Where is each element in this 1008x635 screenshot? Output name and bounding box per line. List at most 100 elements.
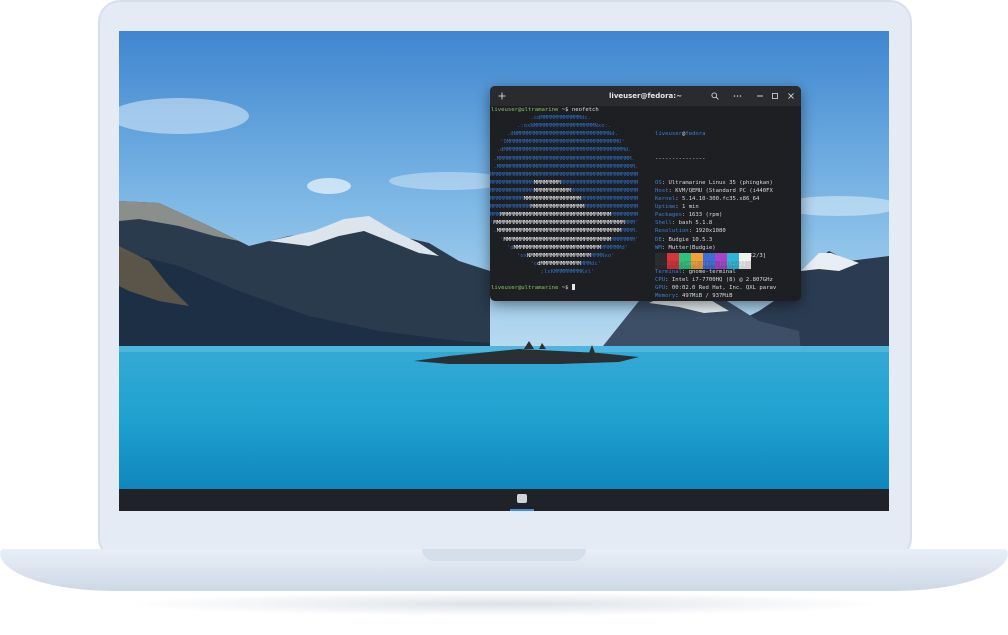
palette-swatch [655,253,667,261]
info-row: OS: Ultramarine Linux 35 (phingkan) [655,179,801,187]
info-key: Resolution [655,228,689,235]
palette-swatch-bright [667,261,679,269]
info-key: CPU [655,276,666,283]
palette-swatch-bright [739,261,751,269]
info-value: : KVM/QEMU (Standard PC (i440FX [668,187,773,194]
taskbar-terminal-item[interactable] [510,489,534,511]
logo-line: 'oxNMMMMMMMMMMMMMMMMMMMMMNxo' [490,252,615,259]
terminal-header[interactable]: liveuser@fedora:~ [490,86,801,106]
info-row: Resolution: 1920x1080 [655,227,801,235]
active-indicator [510,509,534,511]
info-value: : gnome-terminal [681,268,736,275]
logo-line: MMMMMMMMMMMMMMMMMMMMMMMMMMMMMMMMMMMMMMMM… [490,196,639,203]
search-icon[interactable] [708,86,722,106]
command-text: neofetch [571,107,599,113]
info-row: CPU: Intel i7-7700HQ (8) @ 2.807GHz [655,276,801,284]
info-key: Memory [655,293,676,300]
logo-line: MMMMMMMMMMMMMMMMMMMMMMMMMMMMMMMMMMMMMMMM… [490,204,639,211]
logo-line: .dMMMMMMMMMMMMMMMMMMMMMMMMMMMMMMMMMMMMd. [490,147,632,154]
info-row: Memory: 497MiB / 937MiB [655,292,801,300]
info-row: Packages: 1633 (rpm) [655,211,801,219]
info-row: DE: Budgie 10.5.3 [655,236,801,244]
info-value: : 00:02.0 Red Hat, Inc. QXL parav [665,285,777,292]
logo-line: MMMMMMMMMMMMMMMMMMMMMMMMMMMMMMMMMMMMMMMM… [490,171,639,178]
info-value: : bash 5.1.8 [671,220,713,227]
logo-line: 'OMMMMMMMMMMMMMMMMMMMMMMMMMMMMMMMMMO' [490,139,625,146]
info-host: fedora [685,131,706,138]
info-row: GPU: 00:02.0 Red Hat, Inc. QXL parav [655,284,801,292]
logo-line: MMMMMMMMMMMMMMMMMMMMMMMMMMMMMMMMMMMMMMMM… [490,179,639,186]
palette-swatch-bright [655,261,667,269]
minimize-icon[interactable] [753,86,767,106]
info-row: WM: Mutter(Budgie) [655,244,801,252]
logo-line: 'MMMMMMMMMMMMMMMMMMMMMMMMMMMMMMMMMMMMMMM… [490,220,639,227]
logo-line: ;lxKMMMMMMMMKxl' [490,268,595,275]
prompt-user: liveuser@ultramarine [491,107,559,113]
distro-logo: .cdMMMMMMMMMMMMdc. .:oxNMMMMMMMMMMMMMMMM… [490,114,648,276]
info-value: : Mutter(Budgie) [661,244,716,251]
info-key: Uptime [655,204,676,211]
info-key: Host [655,187,669,194]
palette-swatch-bright [715,261,727,269]
logo-line: MMMMMMMMMMMMMMMMMMMMMMMMMMMMMMMMMMMMMMMM… [490,212,639,219]
logo-line: 'MMMMMMMMMMMMMMMMMMMMMMMMMMMMMMMMMMMMMMM… [490,236,639,243]
info-row: Shell: bash 5.1.8 [655,219,801,227]
laptop-notch [422,549,586,561]
info-value: : 497MiB / 937MiB [675,293,733,300]
maximize-icon[interactable] [768,86,782,106]
info-row: Uptime: 1 min [655,203,801,211]
info-value: : 1920x1080 [688,228,726,235]
system-info: liveuser@fedora --------------- OS: Ultr… [655,114,801,301]
logo-line: .dNMMMMMMMMMMMMMMMMMMMMMMMMMMMNd. [490,131,618,138]
screen: liveuser@fedora:~ liveuser@ultramarine ~… [119,31,889,511]
info-key: Shell [655,220,672,227]
command-line: liveuser@ultramarine ~$ neofetch [491,106,599,114]
palette-swatch-bright [691,261,703,269]
info-header: liveuser@fedora [655,130,801,138]
info-row: Host: KVM/QEMU (Standard PC (i440FX [655,187,801,195]
palette-swatch [679,253,691,261]
color-palette [655,253,751,269]
info-key: OS [655,179,662,186]
info-rows: OS: Ultramarine Linux 35 (phingkan) Host:… [655,179,801,300]
logo-line: .MMMMMMMMMMMMMMMMMMMMMMMMMMMMMMMMMMMMMMM… [490,155,635,162]
palette-swatch [739,253,751,261]
terminal-body[interactable]: liveuser@ultramarine ~$ neofetch .cdMMMM… [490,106,801,301]
taskbar [119,489,889,511]
info-value: : 1633 (rpm) [681,212,723,219]
more-icon[interactable] [730,86,744,106]
logo-line: .MMMMMMMMMMMMMMMMMMMMMMMMMMMMMMMMMMMMMMM… [490,228,639,235]
terminal-window[interactable]: liveuser@fedora:~ liveuser@ultramarine ~… [490,86,801,301]
laptop-shadow [120,592,888,616]
prompt-user-2: liveuser@ultramarine [491,285,559,291]
info-key: Terminal [655,268,682,275]
info-row: Kernel: 5.14.10-300.fc35.x86_64 [655,195,801,203]
logo-line: MMMMMMMMMMMMMMMMMMMMMMMMMMMMMMMMMMMMMMMM… [490,187,639,194]
logo-line: 'dMMMMMMMMMMMMMMMMMMMMMMMMMMMMMMMMd' [490,244,629,251]
palette-swatch [667,253,679,261]
palette-swatch [715,253,727,261]
info-value: : 5.14.10-300.fc35.x86_64 [675,196,760,203]
info-key: Packages [655,212,682,219]
active-prompt[interactable]: liveuser@ultramarine ~$ [491,284,575,292]
info-key: DE [655,236,662,243]
info-value: : Ultramarine Linux 35 (phingkan) [661,179,773,186]
palette-swatch-bright [679,261,691,269]
logo-line: .cdMMMMMMMMMMMMdc. [490,115,592,122]
info-row: Terminal: gnome-terminal [655,268,801,276]
info-key: GPU [655,285,666,292]
info-key: WM [655,244,662,251]
palette-swatch [727,253,739,261]
prompt-suffix-2: ~$ [558,285,572,291]
palette-swatch-bright [703,261,715,269]
close-icon[interactable] [784,86,798,106]
info-value: : 1 min [675,204,699,211]
palette-swatch-bright [727,261,739,269]
logo-line: .:oxNMMMMMMMMMMMMMMMMMMNxo:. [490,123,612,130]
info-key: Kernel [655,196,676,203]
info-user: liveuser [655,131,682,138]
info-value: : Intel i7-7700HQ (8) @ 2.807GHz [665,276,773,283]
info-value: : Budgie 10.5.3 [661,236,713,243]
palette-swatch [691,253,703,261]
terminal-app-icon [517,494,527,503]
